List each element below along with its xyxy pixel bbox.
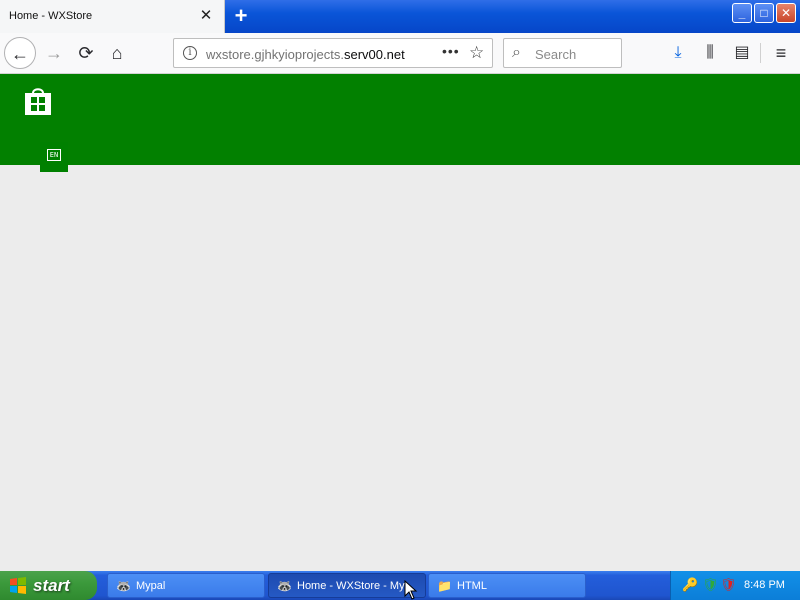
search-placeholder: Search [535, 47, 577, 62]
mypal-app-icon: 🦝 [277, 579, 292, 593]
shield-tray-icon[interactable]: 🛡 [720, 577, 737, 593]
taskbar-item-wxstore[interactable]: 🦝 Home - WXStore - My... [268, 573, 426, 598]
search-icon: ⌕ [512, 44, 521, 61]
info-icon[interactable]: i [183, 46, 197, 60]
page-actions-icon[interactable]: ••• [442, 43, 460, 59]
new-tab-button[interactable]: + [231, 5, 251, 27]
url-text[interactable]: wxstore.gjhkyioprojects.serv00.net [206, 47, 405, 62]
start-label: start [33, 576, 70, 595]
windows-taskbar: start 🦝 Mypal 🦝 Home - WXStore - My... 📁… [0, 571, 800, 600]
language-button[interactable]: EN [40, 142, 68, 172]
taskbar-item-html[interactable]: 📁 HTML [428, 573, 586, 598]
url-host: serv00.net [344, 47, 405, 62]
tab-strip: Home - WXStore ✕ + _ □ ✕ [0, 0, 800, 33]
system-tray: 🔑 🛡 🛡 8:48 PM [670, 571, 800, 600]
reload-button[interactable]: ⟳ [70, 37, 102, 69]
sidebar-icon[interactable]: ▤ [728, 37, 756, 69]
security-tray-icon[interactable]: 🛡 [702, 577, 719, 593]
address-bar[interactable]: i wxstore.gjhkyioprojects.serv00.net •••… [173, 38, 493, 68]
key-tray-icon[interactable]: 🔑 [682, 577, 698, 593]
taskbar-item-label: Mypal [136, 580, 166, 592]
taskbar-item-mypal[interactable]: 🦝 Mypal [107, 573, 265, 598]
clock[interactable]: 8:48 PM [744, 579, 785, 591]
language-label: EN [46, 149, 62, 161]
windows-flag-icon [10, 577, 26, 594]
start-button[interactable]: start [0, 571, 97, 600]
folder-icon: 📁 [437, 579, 452, 593]
mypal-app-icon: 🦝 [116, 579, 131, 593]
taskbar-item-label: HTML [457, 580, 487, 592]
hamburger-menu-icon[interactable]: ≡ [767, 37, 795, 69]
home-button[interactable]: ⌂ [101, 37, 133, 69]
forward-button[interactable]: → [38, 37, 70, 69]
minimize-button[interactable]: _ [732, 3, 752, 23]
store-bag-logo-icon[interactable] [24, 86, 52, 116]
tab-title: Home - WXStore [9, 10, 93, 22]
search-input[interactable]: ⌕ Search [503, 38, 622, 68]
library-icon[interactable]: ⫼ [696, 37, 724, 69]
tab-close-icon[interactable]: ✕ [199, 8, 213, 23]
tab-home-wxstore[interactable]: Home - WXStore ✕ [0, 0, 225, 33]
mouse-cursor-icon [404, 580, 418, 600]
back-button[interactable]: ← [4, 37, 36, 69]
toolbar-separator [760, 43, 761, 63]
maximize-button[interactable]: □ [754, 3, 774, 23]
store-header-banner: EN [0, 74, 800, 172]
close-window-button[interactable]: ✕ [776, 3, 796, 23]
navigation-toolbar: ← → ⟳ ⌂ i wxstore.gjhkyioprojects.serv00… [0, 33, 800, 74]
url-prefix: wxstore.gjhkyioprojects. [206, 47, 344, 62]
downloads-icon[interactable]: ⤓ [664, 37, 692, 69]
taskbar-item-label: Home - WXStore - My... [297, 580, 413, 592]
bookmark-star-icon[interactable]: ☆ [469, 43, 484, 63]
page-content: EN [0, 74, 800, 571]
